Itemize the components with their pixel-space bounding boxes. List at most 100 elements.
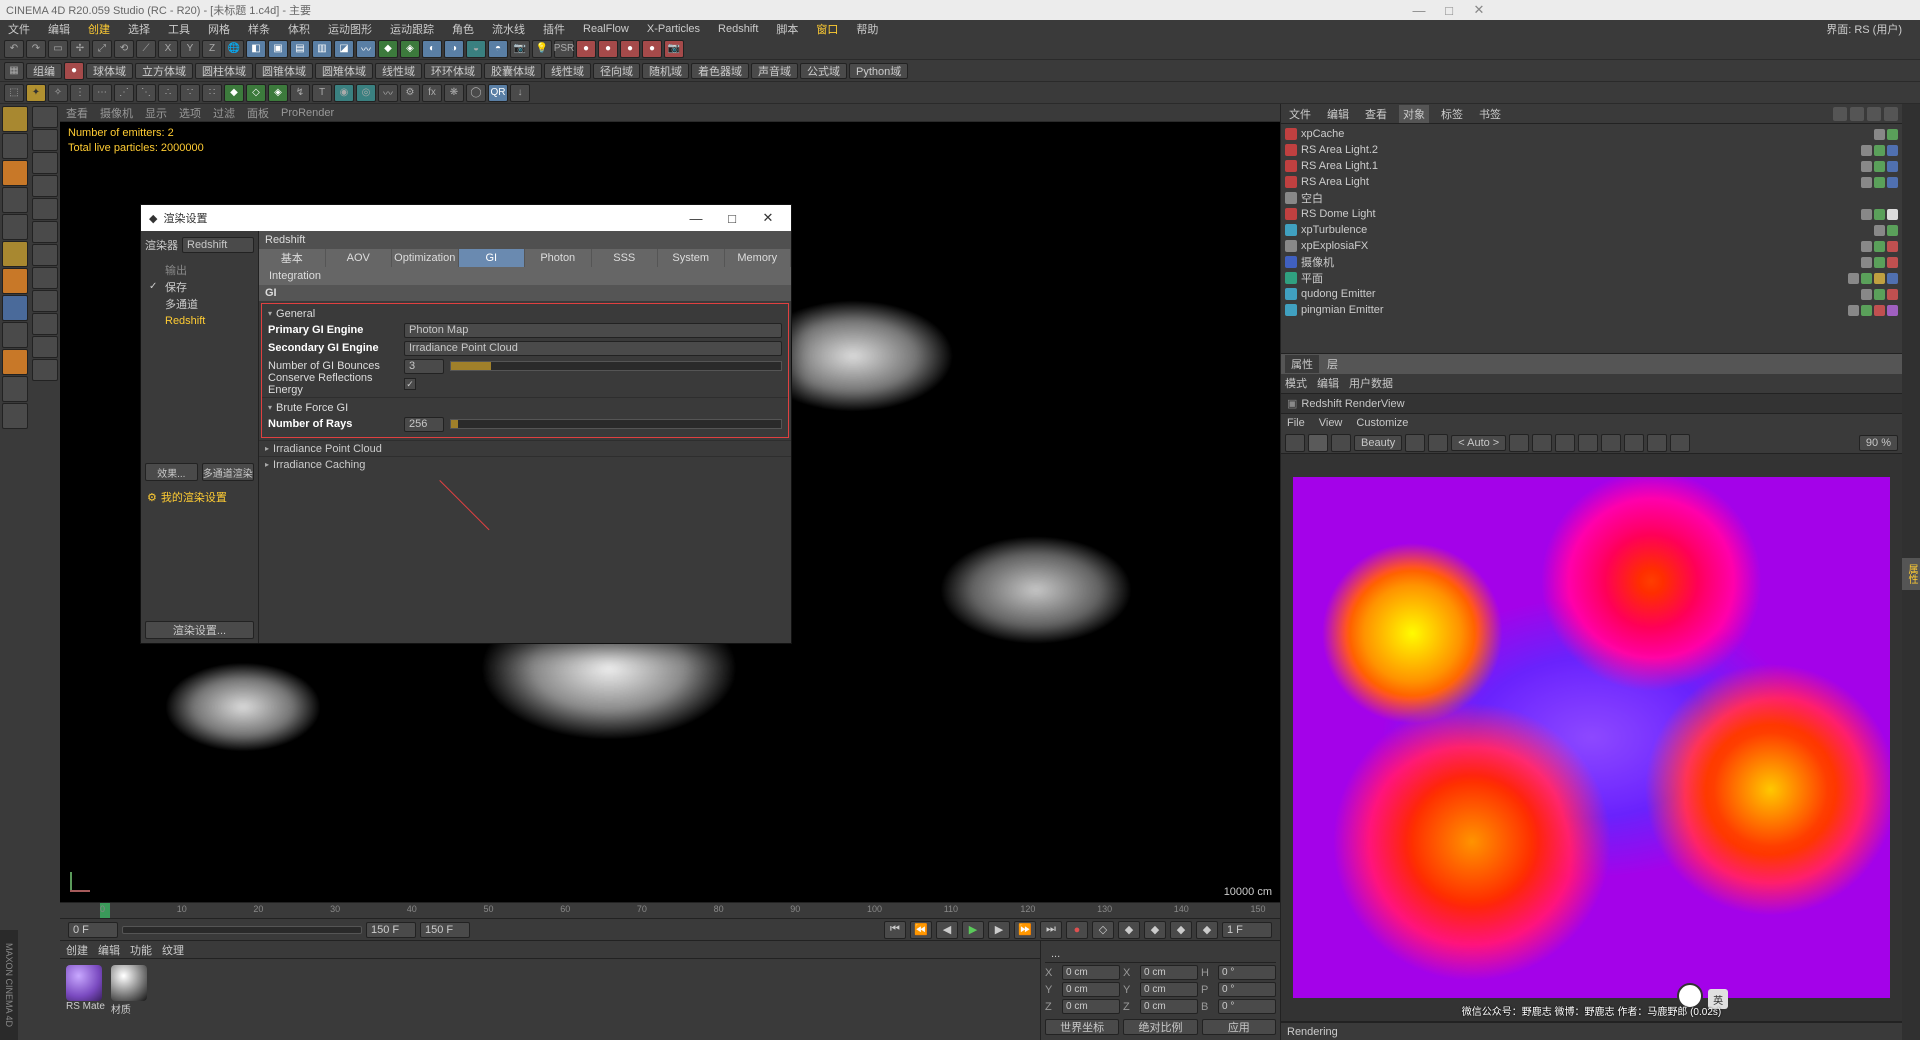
object-row[interactable]: RS Dome Light — [1285, 206, 1898, 222]
field-shader[interactable]: 着色器域 — [691, 63, 749, 79]
tool-model[interactable] — [2, 106, 28, 132]
rv-file[interactable]: File — [1287, 417, 1305, 429]
tool-texture[interactable] — [2, 133, 28, 159]
field-torus[interactable]: 环环体域 — [424, 63, 482, 79]
tool2-bevel[interactable] — [32, 359, 58, 381]
menu-volume[interactable]: 体积 — [284, 20, 314, 38]
object-row[interactable]: RS Area Light.1 — [1285, 158, 1898, 174]
key-rot-icon[interactable]: ◆ — [1144, 921, 1166, 939]
rs-light1-icon[interactable]: ● — [576, 40, 596, 58]
rv-grid-icon[interactable] — [1532, 434, 1552, 452]
coord-system-select[interactable]: 世界坐标 — [1045, 1019, 1119, 1035]
material-2[interactable]: 材质 — [111, 965, 147, 1034]
field-formula[interactable]: 公式域 — [800, 63, 847, 79]
rs-tab-基本[interactable]: 基本 — [259, 249, 326, 267]
object-row[interactable]: 空白 — [1285, 190, 1898, 206]
item-multipass[interactable]: 多通道 — [145, 295, 254, 312]
tool2-move[interactable] — [32, 221, 58, 243]
rv-play-icon[interactable] — [1308, 434, 1328, 452]
rs-tab-aov[interactable]: AOV — [326, 249, 393, 267]
field-linear[interactable]: 线性域 — [375, 63, 422, 79]
object-row[interactable]: 平面 — [1285, 270, 1898, 286]
tab-integration[interactable]: Integration — [259, 267, 331, 285]
tag-icon[interactable] — [1861, 305, 1872, 316]
menu-character[interactable]: 角色 — [448, 20, 478, 38]
xp-icon-2[interactable]: ✦ — [26, 84, 46, 102]
tag-icon[interactable] — [1848, 305, 1859, 316]
tag-icon[interactable] — [1861, 161, 1872, 172]
tool-poly[interactable] — [2, 241, 28, 267]
size-x[interactable]: 0 cm — [1140, 965, 1198, 980]
tool-anim[interactable] — [2, 349, 28, 375]
tag-icon[interactable] — [1874, 273, 1885, 284]
xp-icon-6[interactable]: ⋰ — [114, 84, 134, 102]
tag-icon[interactable] — [1874, 145, 1885, 156]
group-general[interactable]: General — [268, 306, 782, 321]
rv-viewport[interactable]: 英 微信公众号：野鹿志 微博：野鹿志 作者：马鹿野郎 (0.02s) — [1281, 454, 1902, 1021]
frame-start[interactable]: 0 F — [68, 922, 118, 938]
tool2-rect[interactable] — [32, 198, 58, 220]
vb-panel[interactable]: 面板 — [247, 105, 269, 121]
tag-icon[interactable] — [1887, 209, 1898, 220]
tool2-lasso[interactable] — [32, 175, 58, 197]
ruler-icon[interactable]: ⟋ — [136, 40, 156, 58]
field-capsule2[interactable]: 胶囊体域 — [484, 63, 542, 79]
menu-window[interactable]: 窗口 — [812, 20, 842, 38]
vb-view[interactable]: 查看 — [66, 105, 88, 121]
rtab-attr[interactable]: 属性 — [1902, 558, 1920, 590]
my-render-settings[interactable]: ⚙ 我的渲染设置 — [145, 485, 254, 509]
xp-icon-10[interactable]: ∷ — [202, 84, 222, 102]
prev-frame-icon[interactable]: ◀ — [936, 921, 958, 939]
obj-eye-icon[interactable] — [1867, 107, 1881, 121]
next-frame-icon[interactable]: ▶ — [988, 921, 1010, 939]
rot-p[interactable]: 0 ° — [1218, 982, 1276, 997]
object-row[interactable]: RS Area Light.2 — [1285, 142, 1898, 158]
rv-save-icon[interactable] — [1670, 434, 1690, 452]
tool2-knife[interactable] — [32, 313, 58, 335]
multipass-button[interactable]: 多通道渲染 — [202, 463, 255, 481]
minimize-button[interactable]: — — [1404, 3, 1434, 18]
y-axis-icon[interactable]: Y — [180, 40, 200, 58]
tag-icon[interactable] — [1861, 241, 1872, 252]
rs-tab-photon[interactable]: Photon — [525, 249, 592, 267]
menu-plugins[interactable]: 插件 — [539, 20, 569, 38]
vb-prorender[interactable]: ProRender — [281, 107, 334, 119]
menu-redshift[interactable]: Redshift — [714, 22, 762, 36]
tag-icon[interactable] — [1861, 145, 1872, 156]
key-pla-icon[interactable]: ◆ — [1196, 921, 1218, 939]
rv-pv-icon[interactable] — [1647, 434, 1667, 452]
rv-sun-icon[interactable] — [1578, 434, 1598, 452]
deformer-icon[interactable]: ◐ — [422, 40, 442, 58]
size-z[interactable]: 0 cm — [1140, 999, 1198, 1014]
group-bruteforce[interactable]: Brute Force GI — [268, 400, 782, 415]
mat-edit[interactable]: 编辑 — [98, 942, 120, 958]
autokey-icon[interactable]: ◇ — [1092, 921, 1114, 939]
tag-icon[interactable] — [1874, 225, 1885, 236]
tool2-scale[interactable] — [32, 267, 58, 289]
xp-icon-21[interactable]: ❋ — [444, 84, 464, 102]
play-icon[interactable]: ▶ — [962, 921, 984, 939]
generator-icon[interactable]: ◈ — [400, 40, 420, 58]
xp-icon-1[interactable]: ⬚ — [4, 84, 24, 102]
xp-icon-7[interactable]: ⋱ — [136, 84, 156, 102]
group-ipc[interactable]: Irradiance Point Cloud — [259, 440, 791, 456]
axis-widget[interactable] — [70, 862, 100, 892]
cube-icon[interactable]: ◧ — [246, 40, 266, 58]
xp-icon-23[interactable]: QR — [488, 84, 508, 102]
mat-tex[interactable]: 纹理 — [162, 942, 184, 958]
sphere-field-icon[interactable]: ● — [64, 62, 84, 80]
tool-edge[interactable] — [2, 214, 28, 240]
tool-layer[interactable] — [2, 403, 28, 429]
tool-workplane[interactable] — [2, 160, 28, 186]
dialog-titlebar[interactable]: ◆ 渲染设置 — □ ✕ — [141, 205, 791, 231]
tool2-live[interactable] — [32, 152, 58, 174]
field-random[interactable]: 随机域 — [642, 63, 689, 79]
next-key-icon[interactable]: ⏩ — [1014, 921, 1036, 939]
rs-tab-memory[interactable]: Memory — [725, 249, 792, 267]
nurbs-icon[interactable]: ◆ — [378, 40, 398, 58]
item-save[interactable]: 保存 — [145, 278, 254, 295]
tag-icon[interactable] — [1861, 209, 1872, 220]
render-settings-button[interactable]: 渲染设置... — [145, 621, 254, 639]
dlg-close-button[interactable]: ✕ — [753, 210, 783, 226]
obj-view[interactable]: 查看 — [1361, 105, 1391, 123]
